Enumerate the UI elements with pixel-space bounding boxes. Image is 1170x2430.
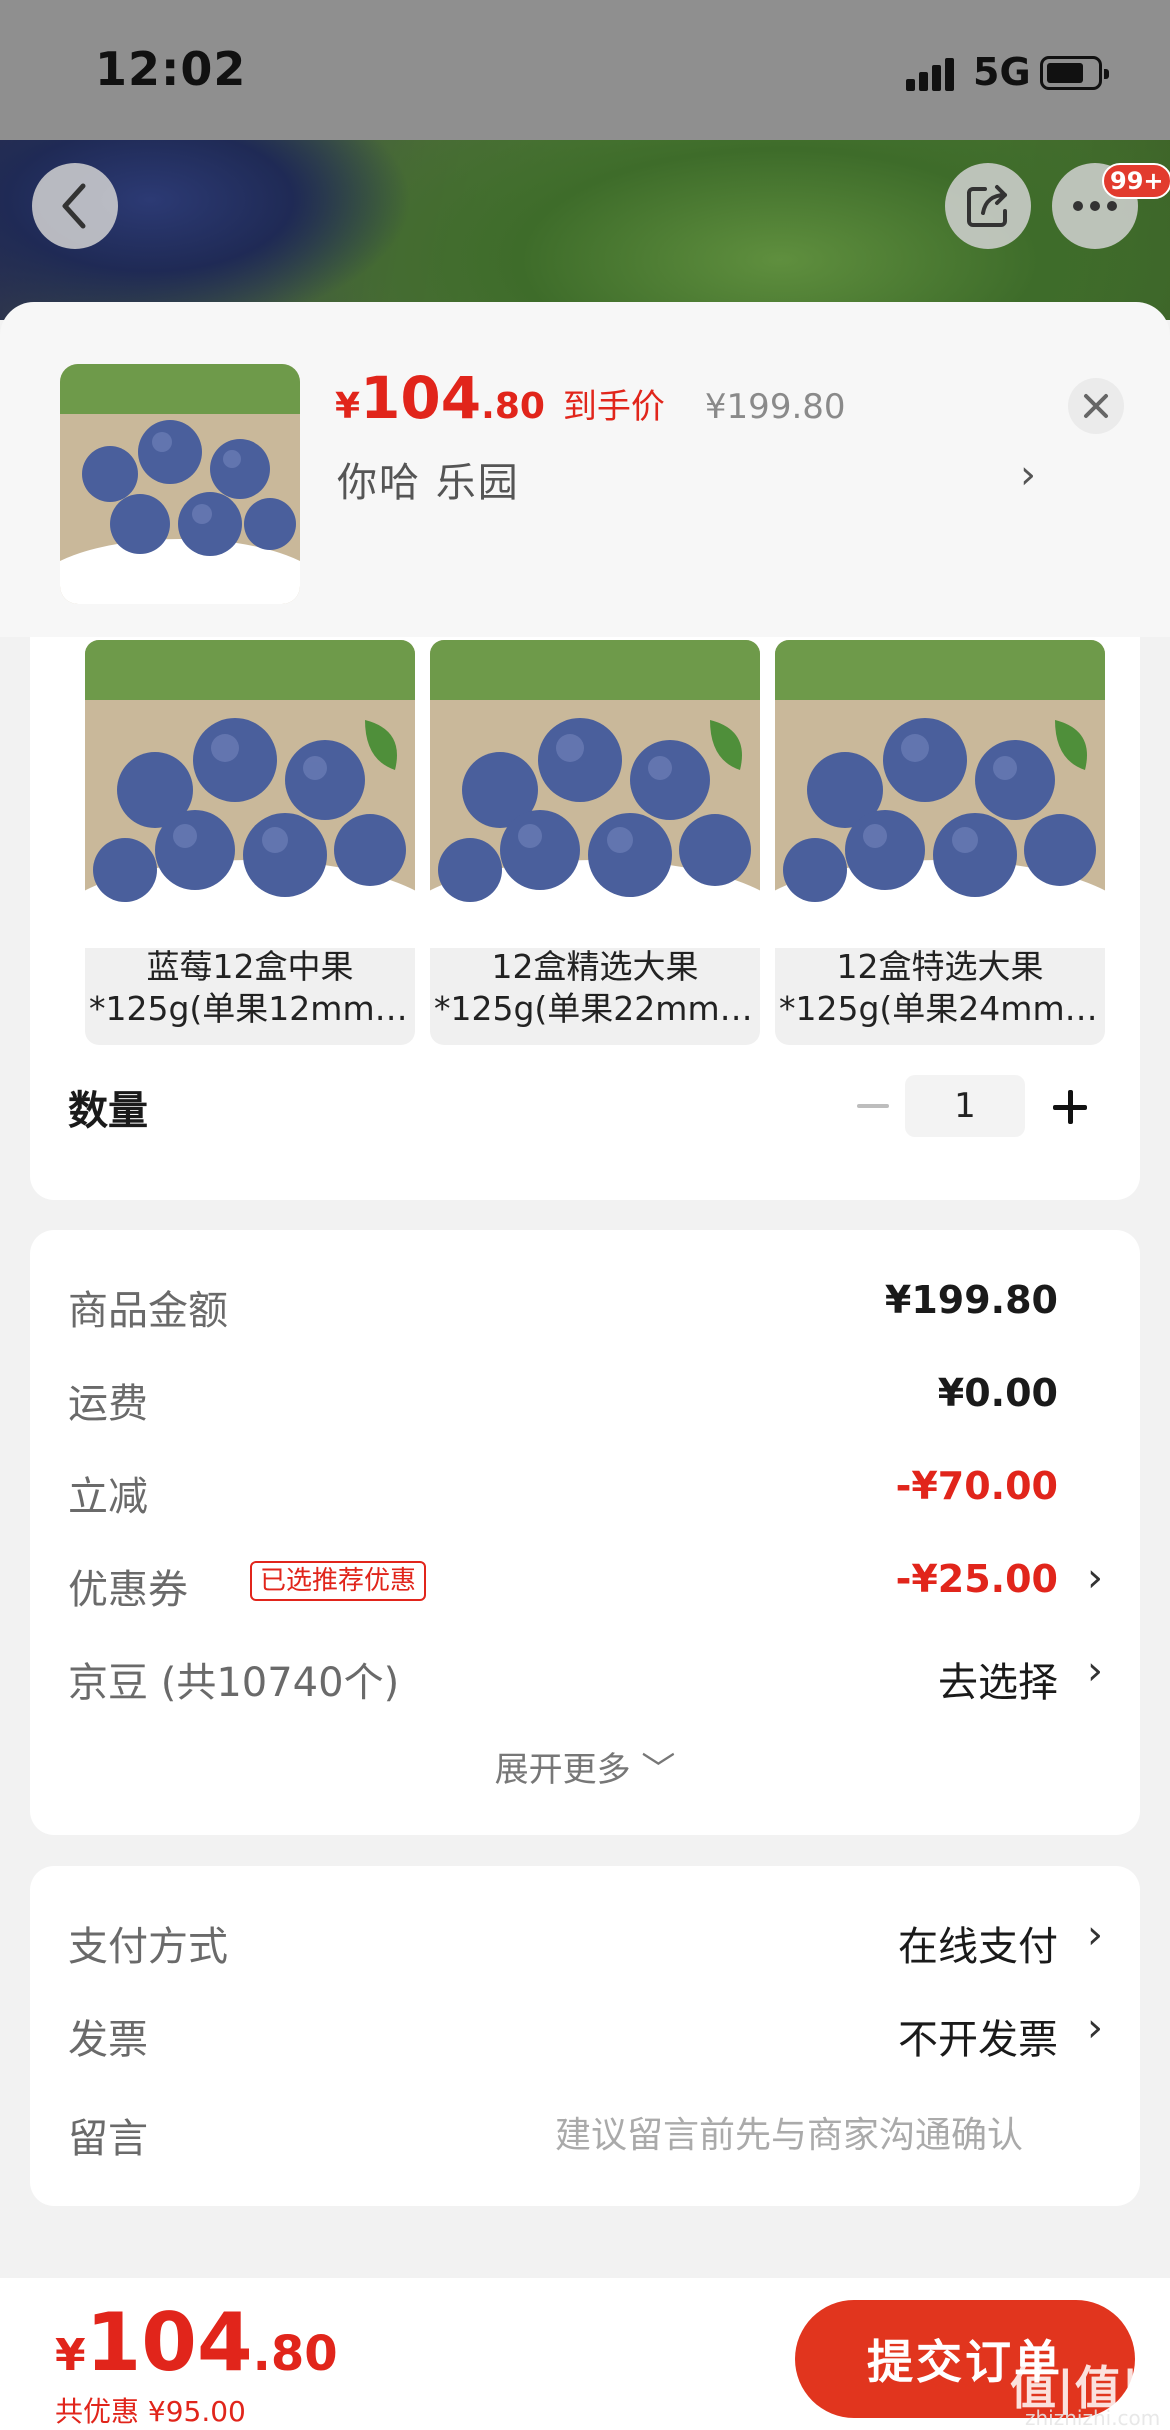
- coupon-label: 优惠券: [68, 1567, 188, 1613]
- chevron-right-icon: ›: [1087, 2005, 1103, 2051]
- minus-icon: [857, 1104, 889, 1108]
- variant-label-line2: *125g(单果22mm+): [434, 989, 760, 1028]
- price-integer: 104: [360, 364, 482, 432]
- shipping-row: 运费 ¥0.00: [68, 1361, 1108, 1431]
- invoice-value: 不开发票: [898, 2017, 1058, 2063]
- original-price: ¥199.80: [704, 387, 846, 427]
- variant-label-line1: 12盒特选大果: [836, 947, 1044, 986]
- total-saving: 共优惠 ¥95.00: [55, 2395, 246, 2428]
- share-icon: [967, 185, 1007, 227]
- payment-method-label: 支付方式: [68, 1924, 228, 1970]
- status-time: 12:02: [95, 42, 247, 96]
- close-button[interactable]: [1068, 378, 1124, 434]
- total-decimal: .80: [252, 2326, 338, 2382]
- chevron-right-icon[interactable]: ›: [1020, 452, 1036, 498]
- store-name[interactable]: 你哈 乐园: [337, 450, 520, 508]
- close-icon: [1084, 394, 1108, 418]
- note-row: 留言 建议留言前先与商家沟通确认: [68, 2096, 1108, 2166]
- variant-image: [430, 640, 760, 948]
- total-integer: 104: [85, 2296, 253, 2389]
- payment-method-row[interactable]: 支付方式 在线支付 ›: [68, 1904, 1108, 1974]
- network-type: 5G: [973, 50, 1031, 94]
- notification-badge: 99+: [1102, 163, 1170, 199]
- jd-beans-value: 去选择: [938, 1660, 1058, 1706]
- shipping-value: ¥0.00: [937, 1371, 1058, 1415]
- more-dots-icon: [1073, 201, 1117, 211]
- product-summary-sheet: ¥ 104 .80 到手价 ¥199.80 你哈 乐园 ›: [0, 302, 1170, 637]
- quantity-decrease-button[interactable]: [850, 1086, 896, 1126]
- jd-beans-row[interactable]: 京豆 (共10740个) 去选择 ›: [68, 1640, 1108, 1710]
- goods-amount-label: 商品金额: [68, 1288, 228, 1334]
- price-summary: ¥ 104 .80 到手价 ¥199.80: [335, 364, 846, 432]
- chevron-right-icon: ›: [1087, 1555, 1103, 1601]
- variant-option[interactable]: 12盒精选大果 *125g(单果22mm+): [430, 640, 760, 1045]
- variant-label-line2: *125g(单果12mm+): [89, 989, 415, 1028]
- battery-icon: [1040, 56, 1109, 90]
- variant-option[interactable]: 12盒特选大果 *125g(单果24mm+): [775, 640, 1105, 1045]
- watermark-url: zhizhizhi.com: [1025, 2406, 1161, 2430]
- goods-amount-row: 商品金额 ¥199.80: [68, 1268, 1108, 1338]
- payment-card: 支付方式 在线支付 › 发票 不开发票 › 留言 建议留言前先与商家沟通确认: [30, 1866, 1140, 2206]
- chevron-right-icon: ›: [1087, 1648, 1103, 1694]
- note-input[interactable]: 建议留言前先与商家沟通确认: [555, 2106, 1023, 2158]
- signal-icon: [906, 57, 956, 91]
- coupon-value: -¥25.00: [895, 1557, 1058, 1601]
- total-currency: ¥: [55, 2330, 86, 2381]
- goods-amount-value: ¥199.80: [884, 1278, 1058, 1322]
- price-decimal: .80: [481, 386, 545, 427]
- coupon-row[interactable]: 优惠券 已选推荐优惠 -¥25.00 ›: [68, 1547, 1108, 1617]
- variant-label-line1: 12盒精选大果: [491, 947, 699, 986]
- quantity-input[interactable]: 1: [905, 1075, 1025, 1137]
- variant-option[interactable]: 蓝莓12盒中果 *125g(单果12mm+): [85, 640, 415, 1045]
- discount-value: -¥70.00: [895, 1464, 1058, 1508]
- invoice-row[interactable]: 发票 不开发票 ›: [68, 1997, 1108, 2067]
- quantity-label: 数量: [68, 1088, 148, 1134]
- total-price: ¥ 104 .80: [55, 2296, 338, 2389]
- price-tag: 到手价: [562, 387, 665, 427]
- note-label: 留言: [68, 2116, 148, 2162]
- coupon-tag: 已选推荐优惠: [250, 1561, 427, 1601]
- variant-image: [775, 640, 1105, 948]
- checkout-bar: ¥ 104 .80 共优惠 ¥95.00 提交订单: [0, 2278, 1170, 2430]
- share-button[interactable]: [945, 163, 1031, 249]
- variant-label-line1: 蓝莓12盒中果: [146, 947, 354, 986]
- jd-beans-label: 京豆 (共10740个): [68, 1660, 400, 1706]
- discount-label: 立减: [68, 1474, 148, 1520]
- chevron-left-icon: [62, 183, 86, 229]
- discount-row: 立减 -¥70.00: [68, 1454, 1108, 1524]
- back-button[interactable]: [32, 163, 118, 249]
- price-currency: ¥: [335, 386, 361, 427]
- quantity-increase-button[interactable]: [1045, 1082, 1095, 1132]
- variant-image: [85, 640, 415, 948]
- chevron-right-icon: ›: [1087, 1912, 1103, 1958]
- invoice-label: 发票: [68, 2017, 148, 2063]
- variant-card: 蓝莓12盒中果 *125g(单果12mm+) 12盒精选大果 *125g(单果2…: [30, 620, 1140, 1200]
- status-bar: 12:02 5G: [0, 0, 1170, 140]
- cost-breakdown-card: 商品金额 ¥199.80 运费 ¥0.00 立减 -¥70.00 优惠券 已选推…: [30, 1230, 1140, 1835]
- expand-more-button[interactable]: 展开更多 ﹀: [30, 1742, 1140, 1791]
- product-thumbnail: [60, 364, 300, 604]
- shipping-label: 运费: [68, 1381, 148, 1427]
- payment-method-value: 在线支付: [898, 1924, 1058, 1970]
- variant-label-line2: *125g(单果24mm+): [779, 989, 1105, 1028]
